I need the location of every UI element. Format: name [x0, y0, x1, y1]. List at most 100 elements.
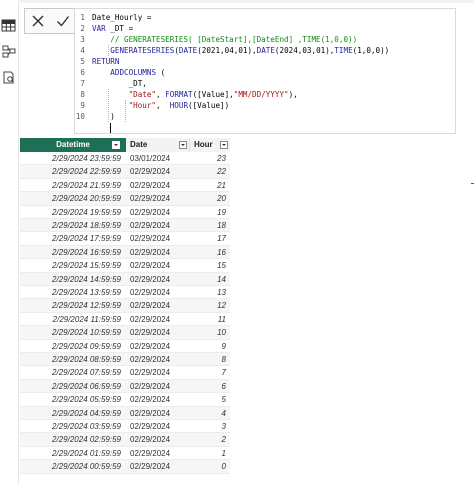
text-caret [110, 123, 111, 133]
table-row[interactable]: 2/29/2024 19:59:59 02/29/2024 19 [20, 206, 230, 219]
code-token: ) [92, 112, 115, 121]
hour-cell: 0 [190, 460, 230, 474]
hour-cell: 19 [190, 206, 230, 219]
table-row[interactable]: 2/29/2024 23:59:59 03/01/2024 23 [20, 152, 230, 166]
line-number: 10 [75, 112, 85, 121]
hour-cell: 15 [190, 259, 230, 273]
column-header-label: Date [130, 140, 148, 149]
code-line: 1 Date_Hourly = [75, 12, 455, 23]
top-edge-strip [18, 0, 474, 3]
datetime-cell: 2/29/2024 16:59:59 [20, 246, 126, 260]
dax-query-view-icon[interactable] [1, 70, 16, 85]
datetime-cell: 2/29/2024 18:59:59 [20, 219, 126, 233]
code-token: DATE [256, 46, 275, 55]
date-cell: 02/29/2024 [126, 353, 190, 367]
code-line: 4 GENERATESERIES(DATE(2021,04,01),DATE(2… [75, 45, 455, 56]
datetime-cell: 2/29/2024 14:59:59 [20, 273, 126, 286]
hour-cell: 16 [190, 246, 230, 260]
table-row[interactable]: 2/29/2024 22:59:59 02/29/2024 22 [20, 165, 230, 179]
filter-dropdown-icon[interactable] [220, 141, 228, 149]
code-token: ADDCOLUMNS [110, 68, 157, 77]
table-row[interactable]: 2/29/2024 17:59:59 02/29/2024 17 [20, 232, 230, 246]
table-row[interactable]: 2/29/2024 01:59:59 02/29/2024 1 [20, 447, 230, 461]
table-row[interactable]: 2/29/2024 06:59:59 02/29/2024 6 [20, 379, 230, 394]
datetime-cell: 2/29/2024 21:59:59 [20, 179, 126, 193]
table-row[interactable]: 2/29/2024 08:59:59 02/29/2024 8 [20, 353, 230, 367]
table-row[interactable]: 2/29/2024 11:59:59 02/29/2024 11 [20, 313, 230, 327]
code-token: "Date" [128, 90, 157, 99]
hour-cell: 18 [190, 219, 230, 233]
date-cell: 02/29/2024 [126, 273, 190, 286]
code-token: HOUR [169, 101, 189, 110]
code-token: "MM/DD/YYYY" [233, 90, 289, 99]
datetime-cell: 2/29/2024 15:59:59 [20, 259, 126, 273]
line-number: 7 [80, 79, 85, 88]
hour-cell: 22 [190, 165, 230, 179]
date-cell: 02/29/2024 [126, 407, 190, 420]
code-token: // GENERATESERIES( [DateStart],[DateEnd]… [92, 35, 358, 44]
table-row[interactable]: 2/29/2024 03:59:59 02/29/2024 3 [20, 420, 230, 434]
table-row[interactable]: 2/29/2024 13:59:59 02/29/2024 13 [20, 286, 230, 300]
code-text: ) [92, 111, 115, 122]
line-number: 2 [80, 24, 85, 33]
date-cell: 02/29/2024 [126, 393, 190, 407]
date-cell: 02/29/2024 [126, 286, 190, 300]
datetime-cell: 2/29/2024 17:59:59 [20, 232, 126, 246]
table-row[interactable]: 2/29/2024 18:59:59 02/29/2024 18 [20, 219, 230, 233]
table-row[interactable]: 2/29/2024 00:59:59 02/29/2024 0 [20, 460, 230, 474]
sort-filter-icon[interactable] [112, 141, 120, 149]
table-row[interactable]: 2/29/2024 04:59:59 02/29/2024 4 [20, 406, 230, 420]
code-token: "Hour" [128, 101, 157, 110]
code-token: DATE [178, 46, 198, 55]
column-header-label: Datetime [56, 140, 90, 149]
table-row[interactable]: 2/29/2024 16:59:59 02/29/2024 16 [20, 245, 230, 260]
date-cell: 02/29/2024 [126, 447, 190, 461]
table-row[interactable]: 2/29/2024 10:59:59 02/29/2024 10 [20, 326, 230, 340]
date-cell: 02/29/2024 [126, 433, 190, 447]
commit-formula-button[interactable] [54, 12, 72, 30]
hour-cell: 3 [190, 420, 230, 434]
dax-formula-editor[interactable]: 1 Date_Hourly = 2 VAR _DT = 3 // GENERATESER… [74, 8, 456, 134]
column-header-datetime[interactable]: Datetime [20, 138, 126, 152]
column-header-date[interactable]: Date [126, 138, 190, 152]
datetime-cell: 2/29/2024 04:59:59 [20, 407, 126, 420]
code-text: RETURN [92, 56, 119, 67]
datetime-cell: 2/29/2024 19:59:59 [20, 206, 126, 219]
close-icon [32, 15, 43, 27]
table-row[interactable]: 2/29/2024 14:59:59 02/29/2024 14 [20, 272, 230, 286]
table-row[interactable]: 2/29/2024 15:59:59 02/29/2024 15 [20, 259, 230, 273]
datetime-cell: 2/29/2024 05:59:59 [20, 393, 126, 407]
table-row[interactable]: 2/29/2024 12:59:59 02/29/2024 12 [20, 299, 230, 313]
column-header-label: Hour [194, 140, 213, 149]
date-cell: 02/29/2024 [126, 232, 190, 246]
table-view-icon[interactable] [1, 18, 16, 33]
code-token: , [156, 101, 170, 110]
table-row[interactable]: 2/29/2024 21:59:59 02/29/2024 21 [20, 179, 230, 193]
datetime-cell: 2/29/2024 10:59:59 [20, 326, 126, 340]
code-token: , [156, 90, 166, 99]
date-cell: 02/29/2024 [126, 246, 190, 260]
table-row[interactable]: 2/29/2024 02:59:59 02/29/2024 2 [20, 433, 230, 447]
hour-cell: 13 [190, 286, 230, 300]
cancel-formula-button[interactable] [29, 12, 47, 30]
line-number: 3 [80, 35, 85, 44]
code-token: ( [156, 68, 166, 77]
code-token: ([Value], [192, 90, 234, 99]
date-cell: 02/29/2024 [126, 313, 190, 327]
table-row[interactable]: 2/29/2024 05:59:59 02/29/2024 5 [20, 393, 230, 407]
code-line: 2 VAR _DT = [75, 23, 455, 34]
column-header-hour[interactable]: Hour [190, 138, 230, 152]
hour-cell: 1 [190, 447, 230, 461]
table-row[interactable]: 2/29/2024 20:59:59 02/29/2024 20 [20, 192, 230, 206]
date-cell: 02/29/2024 [126, 206, 190, 219]
table-row[interactable]: 2/29/2024 07:59:59 02/29/2024 7 [20, 366, 230, 380]
date-cell: 02/29/2024 [126, 340, 190, 353]
hour-cell: 4 [190, 407, 230, 420]
table-row[interactable]: 2/29/2024 09:59:59 02/29/2024 9 [20, 340, 230, 353]
date-cell: 02/29/2024 [126, 299, 190, 313]
filter-dropdown-icon[interactable] [179, 141, 187, 149]
code-token: ), [288, 90, 298, 99]
model-view-icon[interactable] [1, 44, 16, 59]
